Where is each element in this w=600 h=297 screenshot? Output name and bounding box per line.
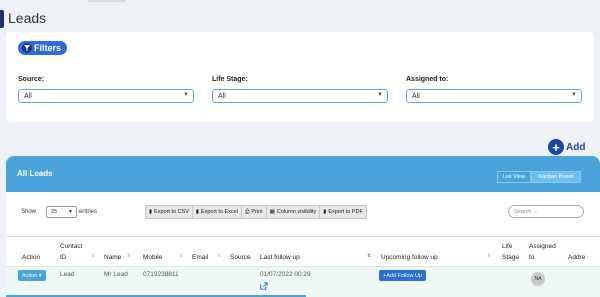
assigned-to-value: All xyxy=(412,92,420,100)
show-label: Show xyxy=(21,209,37,215)
sort-icon[interactable]: ⇅ xyxy=(127,253,131,259)
external-link-icon[interactable] xyxy=(260,282,268,292)
col-contact-id-line2[interactable]: ID xyxy=(60,253,67,262)
sort-icon[interactable]: ⇅ xyxy=(91,253,95,259)
export-toolbar: ▮ Export to CSV ▮ Export to Excel ⎙ Prin… xyxy=(145,205,367,219)
leads-title: All Leads xyxy=(17,169,53,178)
chevron-down-icon: ▼ xyxy=(571,92,577,98)
search-input[interactable]: Search ... xyxy=(508,205,584,218)
col-life-stage-line2[interactable]: Stage xyxy=(502,253,519,262)
columns-icon: ▦ xyxy=(269,209,275,215)
page-size-value: 25 xyxy=(51,209,58,215)
col-life-stage-line1[interactable]: Life xyxy=(502,242,512,251)
assigned-to-label: Assigned to: xyxy=(406,76,449,83)
cell-mobile: 0719238811 xyxy=(143,271,179,278)
top-bar-accent xyxy=(88,0,126,2)
sort-icon[interactable]: ⇅ xyxy=(487,253,491,259)
cell-name: Mr Lead xyxy=(104,271,128,278)
export-csv-button[interactable]: ▮ Export to CSV xyxy=(145,205,193,219)
chevron-down-icon: ▼ xyxy=(377,92,383,98)
print-button[interactable]: ⎙ Print xyxy=(241,205,267,219)
print-label: Print xyxy=(251,209,263,215)
funnel-icon xyxy=(22,43,32,53)
avatar: NA xyxy=(531,272,545,286)
col-address[interactable]: Addre xyxy=(568,253,585,262)
col-last-follow-up[interactable]: Last follow up xyxy=(260,253,300,262)
chevron-down-icon: ▼ xyxy=(68,209,73,215)
cell-last-follow-up: 01/07/2022 00:29 xyxy=(260,271,311,278)
caret-down-icon: ▾ xyxy=(37,272,42,279)
assigned-to-select[interactable]: All ▼ xyxy=(406,89,582,103)
source-select[interactable]: All ▼ xyxy=(18,89,194,103)
export-excel-button[interactable]: ▮ Export to Excel xyxy=(192,205,242,219)
entries-label: entries xyxy=(79,209,98,215)
kanban-board-button[interactable]: Kanban Board xyxy=(531,171,581,183)
add-follow-up-button[interactable]: +Add Follow Up xyxy=(379,270,426,281)
file-icon: ▮ xyxy=(195,209,199,215)
add-label: Add xyxy=(566,141,586,153)
file-icon: ▮ xyxy=(149,209,153,215)
add-lead-button[interactable]: + Add xyxy=(548,139,585,155)
cell-contact-id: Lead xyxy=(60,271,75,278)
column-visibility-label: Column visibility xyxy=(276,209,317,215)
plus-icon: + xyxy=(548,139,564,155)
col-source[interactable]: Source xyxy=(230,253,251,262)
file-icon: ▮ xyxy=(323,209,327,215)
table-top-divider xyxy=(6,236,600,237)
filters-label: Filters xyxy=(34,43,62,53)
print-icon: ⎙ xyxy=(244,208,250,215)
col-assigned-to-line2[interactable]: to xyxy=(529,253,534,262)
export-excel-label: Export to Excel xyxy=(200,209,238,215)
life-stage-value: All xyxy=(218,92,226,100)
source-label: Source: xyxy=(18,76,45,83)
col-assigned-to-line1[interactable]: Assigned xyxy=(529,242,556,251)
col-email[interactable]: Email xyxy=(192,253,208,262)
page-size-select[interactable]: 25 ▼ xyxy=(46,206,77,218)
sidebar-tab[interactable] xyxy=(0,10,4,28)
row-action-button[interactable]: Action ▾ xyxy=(18,270,46,281)
chevron-down-icon: ▼ xyxy=(183,92,189,98)
export-csv-label: Export to CSV xyxy=(154,209,189,215)
export-pdf-label: Export to PDF xyxy=(328,209,363,215)
export-pdf-button[interactable]: ▮ Export to PDF xyxy=(320,205,367,219)
filter-panel: Filters Source: All ▼ Life Stage: All ▼ … xyxy=(6,32,594,122)
action-label: Action xyxy=(22,272,38,279)
col-contact-id-line1[interactable]: Contact xyxy=(60,242,82,251)
life-stage-select[interactable]: All ▼ xyxy=(212,89,388,103)
col-name[interactable]: Name xyxy=(104,253,121,262)
col-upcoming-follow-up[interactable]: Upcoming follow up xyxy=(381,253,438,262)
life-stage-label: Life Stage: xyxy=(212,76,248,83)
page-title: Leads xyxy=(8,10,47,26)
sort-icon[interactable]: ⇅ xyxy=(179,253,183,259)
col-mobile[interactable]: Mobile xyxy=(143,253,162,262)
column-visibility-button[interactable]: ▦ Column visibility xyxy=(266,205,321,219)
col-action[interactable]: Action xyxy=(22,253,40,262)
source-value: All xyxy=(24,92,32,100)
filters-button[interactable]: Filters xyxy=(18,41,68,55)
sort-active-icon[interactable]: ⇅ xyxy=(367,253,371,259)
sort-icon[interactable]: ⇅ xyxy=(217,253,221,259)
list-view-button[interactable]: List View xyxy=(497,171,531,183)
leads-panel: All Leads List View Kanban Board Show 25… xyxy=(6,156,600,297)
